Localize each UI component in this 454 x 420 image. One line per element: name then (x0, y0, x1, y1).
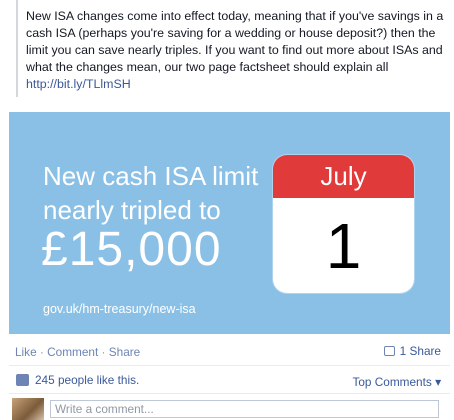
post-actions: Like · Comment · Share (15, 345, 140, 359)
comment-link[interactable]: Comment (47, 345, 98, 359)
likes-text: 245 people like this. (35, 373, 140, 387)
top-comments-dropdown[interactable]: Top Comments ▾ (352, 375, 441, 389)
post-text: New ISA changes come into effect today, … (26, 8, 448, 93)
card-source: gov.uk/hm-treasury/new-isa (43, 302, 196, 316)
share-icon (383, 346, 395, 356)
calendar-icon: July 1 (273, 155, 414, 293)
likes-summary[interactable]: 245 people like this. (16, 373, 139, 387)
share-count-label: 1 Share (399, 344, 441, 358)
action-separator: · (98, 345, 109, 359)
card-amount: £15,000 (41, 223, 222, 276)
avatar (12, 398, 44, 420)
divider (9, 365, 450, 366)
card-headline: New cash ISA limit nearly tripled to (43, 161, 259, 225)
share-count[interactable]: 1 Share (383, 344, 441, 358)
facebook-post: New ISA changes come into effect today, … (0, 0, 454, 420)
action-separator: · (36, 345, 48, 359)
divider (9, 393, 450, 394)
share-link[interactable]: Share (109, 345, 140, 359)
like-link[interactable]: Like (15, 345, 37, 359)
calendar-month: July (273, 155, 414, 198)
isa-image-card[interactable]: New cash ISA limit nearly tripled to £15… (9, 112, 450, 334)
post-link[interactable]: http://bit.ly/TLlmSH (26, 77, 131, 91)
calendar-day: 1 (325, 209, 362, 282)
comment-input[interactable]: Write a comment... (50, 400, 439, 418)
thumbs-up-icon (16, 374, 29, 386)
post-quote: New ISA changes come into effect today, … (16, 0, 448, 97)
post-text-body: New ISA changes come into effect today, … (26, 9, 444, 74)
